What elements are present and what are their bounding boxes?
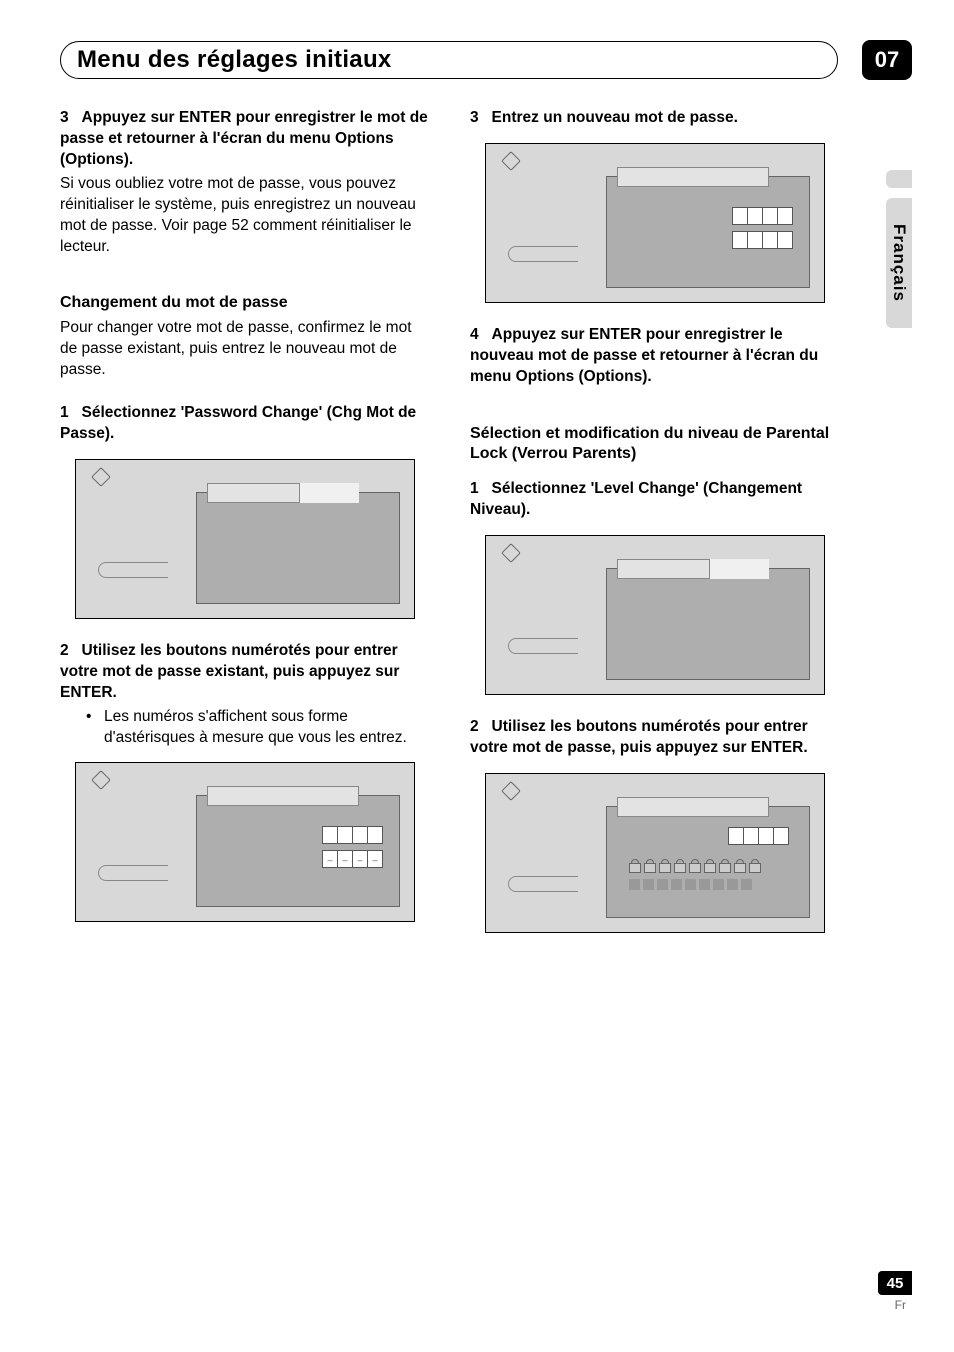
ui-screenshot: –––– xyxy=(75,762,415,922)
language-tab: Français xyxy=(886,198,912,328)
lock-icon xyxy=(734,859,746,873)
step-number: 3 xyxy=(60,109,69,126)
menu-panel xyxy=(606,806,810,918)
tab-shape xyxy=(508,246,578,262)
page-language-code: Fr xyxy=(878,1298,912,1312)
body-paragraph: Pour changer votre mot de passe, confirm… xyxy=(60,318,430,381)
bullet-icon: • xyxy=(86,707,96,749)
section-heading: Changement du mot de passe xyxy=(60,293,430,314)
menu-header-bar xyxy=(207,786,359,806)
page-number: 45 xyxy=(878,1271,912,1295)
step-text: Entrez un nouveau mot de passe. xyxy=(492,109,738,126)
lock-icon xyxy=(719,859,731,873)
lock-icon xyxy=(749,859,761,873)
password-field xyxy=(733,231,793,249)
page-header: Menu des réglages initiaux 07 xyxy=(60,40,912,80)
step-text: Sélectionnez 'Level Change' (Changement … xyxy=(470,480,802,518)
lock-icons-row xyxy=(629,859,761,873)
lock-icon xyxy=(629,859,641,873)
step-number: 2 xyxy=(470,718,479,735)
step-number: 2 xyxy=(60,642,69,659)
step-text: Utilisez les boutons numérotés pour entr… xyxy=(60,642,399,701)
ui-screenshot xyxy=(485,773,825,933)
page-reference: page 52 xyxy=(193,217,249,234)
tab-shape xyxy=(508,876,578,892)
step-instruction: 3 Entrez un nouveau mot de passe. xyxy=(470,108,840,129)
password-field xyxy=(323,826,383,844)
tab-shape xyxy=(508,638,578,654)
page-footer: 45 Fr xyxy=(878,1271,912,1312)
section-heading: Sélection et modification du niveau de P… xyxy=(470,424,840,466)
step-instruction: 4 Appuyez sur ENTER pour enregistrer le … xyxy=(470,325,840,388)
tab-shape xyxy=(98,562,168,578)
password-field-masked: –––– xyxy=(323,850,383,868)
step-number: 1 xyxy=(470,480,479,497)
diamond-icon xyxy=(501,151,521,171)
language-tab-label: Français xyxy=(889,224,909,302)
step-number: 1 xyxy=(60,404,69,421)
diamond-icon xyxy=(501,781,521,801)
menu-panel: –––– xyxy=(196,795,400,907)
step-text: Sélectionnez 'Password Change' (Chg Mot … xyxy=(60,404,416,442)
menu-header-bar xyxy=(207,483,359,503)
step-instruction: 2 Utilisez les boutons numérotés pour en… xyxy=(60,641,430,704)
password-field xyxy=(729,827,789,845)
step-instruction: 2 Utilisez les boutons numérotés pour en… xyxy=(470,717,840,759)
chapter-number: 07 xyxy=(862,40,912,80)
step-number: 3 xyxy=(470,109,479,126)
lock-icon xyxy=(674,859,686,873)
content-area: 3 Appuyez sur ENTER pour enregistrer le … xyxy=(60,108,840,933)
menu-header-bar xyxy=(617,797,769,817)
menu-panel xyxy=(606,568,810,680)
bullet-text: Les numéros s'affichent sous forme d'ast… xyxy=(104,707,430,749)
tab-shape xyxy=(98,865,168,881)
right-column: 3 Entrez un nouveau mot de passe. 4 Appu… xyxy=(470,108,840,933)
menu-header-bar xyxy=(617,559,769,579)
ui-screenshot xyxy=(485,535,825,695)
step-number: 4 xyxy=(470,326,479,343)
lock-icon xyxy=(689,859,701,873)
step-instruction: 3 Appuyez sur ENTER pour enregistrer le … xyxy=(60,108,430,171)
diamond-icon xyxy=(91,467,111,487)
menu-panel xyxy=(196,492,400,604)
side-tab-marker xyxy=(886,170,912,188)
header-title: Menu des réglages initiaux xyxy=(77,46,392,74)
left-column: 3 Appuyez sur ENTER pour enregistrer le … xyxy=(60,108,430,933)
diamond-icon xyxy=(501,543,521,563)
step-text: Appuyez sur ENTER pour enregistrer le mo… xyxy=(60,109,428,168)
lock-icon xyxy=(644,859,656,873)
body-paragraph: Si vous oubliez votre mot de passe, vous… xyxy=(60,174,430,258)
menu-header-bar xyxy=(617,167,769,187)
menu-tab xyxy=(709,559,769,579)
menu-tab xyxy=(299,483,359,503)
diamond-icon xyxy=(91,771,111,791)
step-instruction: 1 Sélectionnez 'Password Change' (Chg Mo… xyxy=(60,403,430,445)
level-squares-row xyxy=(629,879,752,890)
bullet-item: • Les numéros s'affichent sous forme d'a… xyxy=(60,707,430,749)
step-text: Utilisez les boutons numérotés pour entr… xyxy=(470,718,808,756)
step-text: Appuyez sur ENTER pour enregistrer le no… xyxy=(470,326,818,385)
lock-icon xyxy=(704,859,716,873)
ui-screenshot xyxy=(485,143,825,303)
step-instruction: 1 Sélectionnez 'Level Change' (Changemen… xyxy=(470,479,840,521)
ui-screenshot xyxy=(75,459,415,619)
password-field xyxy=(733,207,793,225)
menu-panel xyxy=(606,176,810,288)
lock-icon xyxy=(659,859,671,873)
header-pill: Menu des réglages initiaux xyxy=(60,41,838,79)
